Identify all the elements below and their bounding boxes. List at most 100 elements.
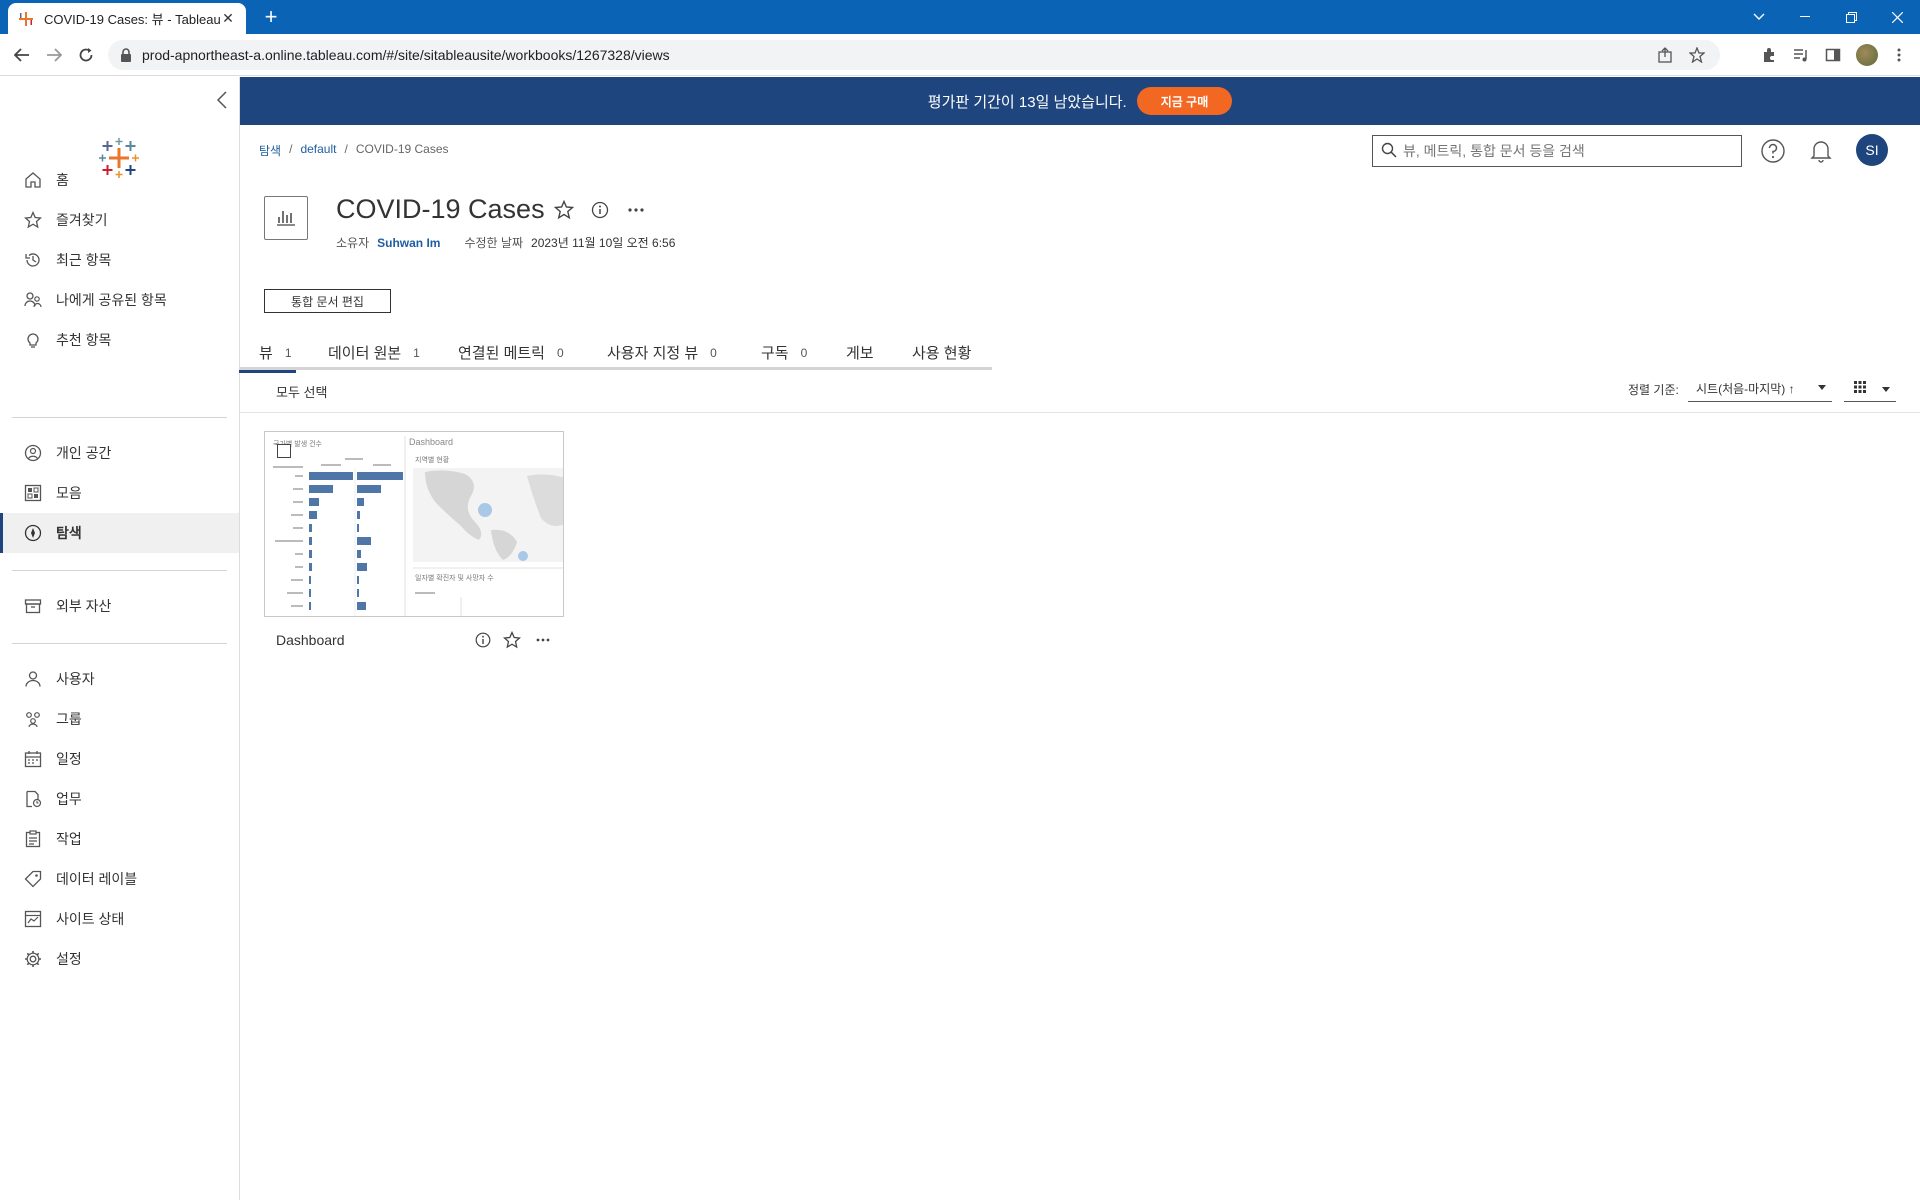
share-icon[interactable] <box>1654 44 1676 66</box>
sort-dropdown[interactable]: 시트(처음-마지막) ↑ <box>1688 376 1832 402</box>
sidebar-item-label: 추천 항목 <box>56 332 112 348</box>
tab-usage[interactable]: 사용 현황 <box>912 340 971 370</box>
tab-count: 1 <box>413 346 420 360</box>
site-status-icon <box>22 908 44 930</box>
view-name-link[interactable]: Dashboard <box>276 632 345 648</box>
tab-custom-views[interactable]: 사용자 지정 뷰 0 <box>607 340 717 370</box>
reload-icon[interactable] <box>74 43 98 67</box>
edit-workbook-button[interactable]: 통합 문서 편집 <box>264 289 391 313</box>
forward-icon[interactable] <box>42 43 66 67</box>
search-box <box>1372 135 1742 167</box>
sidebar-item-favorites[interactable]: 즐겨찾기 <box>0 200 239 240</box>
tab-title: COVID-19 Cases: 뷰 - Tableau Cl <box>44 12 220 27</box>
sidebar-item-tasks[interactable]: 업무 <box>0 779 239 819</box>
archive-icon <box>22 595 44 617</box>
view-more-actions-icon[interactable] <box>533 630 553 650</box>
sidebar-item-shared-with-me[interactable]: 나에게 공유된 항목 <box>0 280 239 320</box>
svg-text:Dashboard: Dashboard <box>409 437 453 447</box>
new-tab-button[interactable]: + <box>258 4 284 30</box>
sidebar-item-label: 그룹 <box>56 711 82 727</box>
tab-label: 게보 <box>846 345 874 362</box>
more-actions-icon[interactable] <box>624 197 648 223</box>
sidebar-item-groups[interactable]: 그룹 <box>0 699 239 739</box>
info-icon[interactable] <box>588 197 612 223</box>
sidebar-item-label: 개인 공간 <box>56 445 112 461</box>
sidebar-item-collections[interactable]: 모음 <box>0 473 239 513</box>
breadcrumb-project[interactable]: default <box>300 142 336 159</box>
side-panel-icon[interactable] <box>1822 44 1844 66</box>
tab-label: 구독 <box>761 345 789 362</box>
sidebar: 홈 즐겨찾기 최근 항목 나에게 공유된 항목 추천 항목 개인 공간 모음 탐… <box>0 77 240 1200</box>
tab-data-sources[interactable]: 데이터 원본 1 <box>328 340 420 370</box>
buy-now-button[interactable]: 지금 구매 <box>1136 87 1233 115</box>
chevron-down-icon <box>1818 385 1826 390</box>
tab-label: 연결된 메트릭 <box>458 345 545 362</box>
lightbulb-icon <box>22 329 44 351</box>
sidebar-item-external-assets[interactable]: 외부 자산 <box>0 586 239 626</box>
compass-icon <box>22 522 44 544</box>
favorite-star-icon[interactable] <box>552 197 576 223</box>
sidebar-item-schedules[interactable]: 일정 <box>0 739 239 779</box>
extensions-icon[interactable] <box>1758 44 1780 66</box>
svg-text:일자별 확진자 및 사망자 수: 일자별 확진자 및 사망자 수 <box>415 573 494 582</box>
collapse-sidebar-icon[interactable] <box>212 91 232 111</box>
tab-alerts[interactable]: 게보 <box>846 340 874 370</box>
tab-views[interactable]: 뷰 1 <box>239 340 295 373</box>
owner-link[interactable]: Suhwan Im <box>377 236 440 250</box>
view-favorite-star-icon[interactable] <box>502 630 522 650</box>
sidebar-item-personal-space[interactable]: 개인 공간 <box>0 433 239 473</box>
browser-tab[interactable]: COVID-19 Cases: 뷰 - Tableau Cl ✕ <box>8 3 246 34</box>
user-avatar[interactable]: SI <box>1856 134 1888 166</box>
view-card-thumbnail[interactable]: 국가별 발생 건수 Dashboard 지역별 현황 일자별 확진자 및 사망자… <box>264 431 564 617</box>
address-bar[interactable]: prod-apnortheast-a.online.tableau.com/#/… <box>108 40 1720 70</box>
sidebar-item-settings[interactable]: 설정 <box>0 939 239 979</box>
tab-close-icon[interactable]: ✕ <box>220 10 236 27</box>
person-icon <box>22 442 44 464</box>
sidebar-item-label: 최근 항목 <box>56 252 112 268</box>
sidebar-item-label: 사용자 <box>56 671 95 687</box>
sidebar-item-users[interactable]: 사용자 <box>0 659 239 699</box>
media-control-icon[interactable] <box>1790 44 1812 66</box>
breadcrumb-separator: / <box>289 142 293 156</box>
view-mode-dropdown[interactable] <box>1844 376 1896 402</box>
sidebar-item-label: 탐색 <box>56 525 82 541</box>
tab-count: 1 <box>284 346 292 360</box>
browser-menu-icon[interactable] <box>1888 44 1910 66</box>
browser-titlebar: COVID-19 Cases: 뷰 - Tableau Cl ✕ + <box>0 0 1920 34</box>
tab-search-chevron-icon[interactable] <box>1736 0 1782 34</box>
select-all-button[interactable]: 모두 선택 <box>276 382 327 401</box>
sidebar-item-home[interactable]: 홈 <box>0 160 239 200</box>
sidebar-item-jobs[interactable]: 작업 <box>0 819 239 859</box>
tab-label: 데이터 원본 <box>328 345 402 362</box>
dashboard-thumbnail-image: 국가별 발생 건수 Dashboard 지역별 현황 일자별 확진자 및 사망자… <box>265 432 563 616</box>
shared-users-icon <box>22 289 44 311</box>
sidebar-item-site-status[interactable]: 사이트 상태 <box>0 899 239 939</box>
notification-bell-icon[interactable] <box>1804 134 1838 168</box>
search-input[interactable] <box>1403 143 1741 159</box>
minimize-icon[interactable] <box>1782 0 1828 34</box>
tab-subscriptions[interactable]: 구독 0 <box>761 340 807 370</box>
help-icon[interactable] <box>1756 134 1790 168</box>
profile-avatar[interactable] <box>1856 44 1878 66</box>
tab-label: 뷰 <box>259 345 273 362</box>
tag-icon <box>22 868 44 890</box>
sidebar-item-recents[interactable]: 최근 항목 <box>0 240 239 280</box>
close-window-icon[interactable] <box>1874 0 1920 34</box>
tab-count: 0 <box>800 346 808 360</box>
modified-label: 수정한 날짜 <box>464 236 524 250</box>
breadcrumb: 탐색 / default / COVID-19 Cases <box>259 142 449 159</box>
sidebar-item-label: 일정 <box>56 751 82 767</box>
sidebar-item-recommendations[interactable]: 추천 항목 <box>0 320 239 360</box>
tab-connected-metrics[interactable]: 연결된 메트릭 0 <box>458 340 564 370</box>
restore-icon[interactable] <box>1828 0 1874 34</box>
workbook-meta: 소유자 Suhwan Im 수정한 날짜 2023년 11월 10일 오전 6:… <box>336 234 675 251</box>
sidebar-item-data-labels[interactable]: 데이터 레이블 <box>0 859 239 899</box>
search-icon <box>1381 142 1397 161</box>
bookmark-star-icon[interactable] <box>1686 44 1708 66</box>
view-select-checkbox[interactable] <box>277 444 291 458</box>
view-info-icon[interactable] <box>473 630 493 650</box>
sidebar-item-explore[interactable]: 탐색 <box>0 513 239 553</box>
content-tabs: 뷰 1 데이터 원본 1 연결된 메트릭 0 사용자 지정 뷰 0 구독 0 게… <box>239 340 992 373</box>
back-icon[interactable] <box>10 43 34 67</box>
breadcrumb-explore[interactable]: 탐색 <box>259 142 281 159</box>
